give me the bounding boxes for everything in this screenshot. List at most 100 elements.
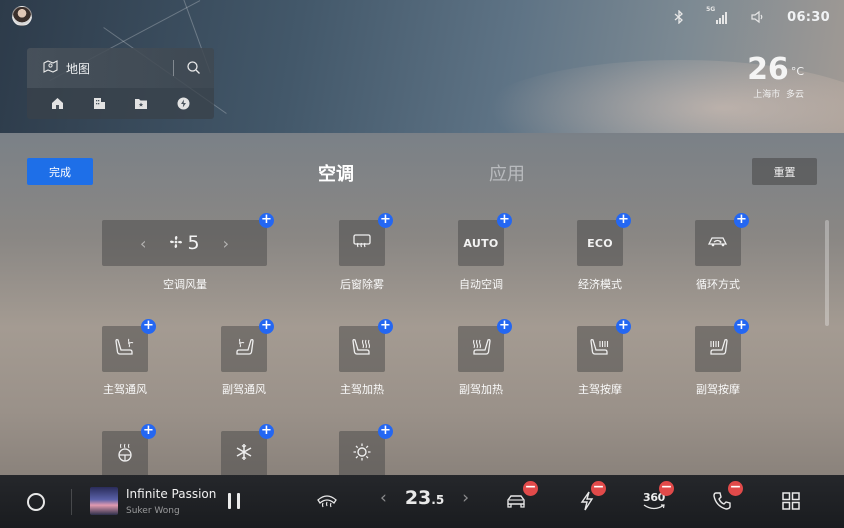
auto-icon-text: AUTO — [463, 236, 499, 250]
tile-steering-heat[interactable] — [102, 431, 148, 477]
scrollbar[interactable] — [825, 220, 829, 326]
defrost-icon[interactable] — [316, 490, 338, 512]
add-badge[interactable]: + — [378, 213, 393, 228]
chevron-right-icon[interactable]: › — [223, 234, 229, 253]
tile-label: 空调风量 — [163, 278, 207, 291]
temperature-decimal: .5 — [431, 493, 445, 507]
tab-apps[interactable]: 应用 — [489, 160, 525, 186]
add-badge[interactable]: + — [497, 213, 512, 228]
tile-label: 副驾加热 — [459, 383, 503, 396]
tile-recirculation[interactable] — [695, 220, 741, 266]
favorite-folder-icon[interactable] — [134, 97, 148, 111]
chevron-left-icon[interactable]: ‹ — [140, 234, 146, 253]
add-badge[interactable]: + — [141, 424, 156, 439]
add-badge[interactable]: + — [616, 319, 631, 334]
tile-rear-defrost[interactable] — [339, 220, 385, 266]
seat-massage-icon — [707, 337, 729, 361]
dock-divider — [71, 489, 72, 515]
fan-speed-value-group: 5 — [169, 232, 200, 254]
add-badge[interactable]: + — [616, 213, 631, 228]
done-button[interactable]: 完成 — [27, 158, 93, 185]
fan-speed-value: 5 — [187, 232, 200, 254]
network-type-label: 5G — [706, 6, 716, 13]
tile-passenger-heating[interactable] — [458, 326, 504, 372]
add-badge[interactable]: + — [734, 319, 749, 334]
seat-massage-icon — [589, 337, 611, 361]
tile-label: 经济模式 — [578, 278, 622, 291]
tile-fan-speed[interactable]: ‹ 5 › — [102, 220, 267, 266]
map-label: 地图 — [66, 61, 91, 76]
tile-driver-heating[interactable] — [339, 326, 385, 372]
weather-widget[interactable]: 26 °C 上海市 多云 — [747, 52, 804, 100]
fan-icon — [169, 232, 183, 254]
remove-badge[interactable]: − — [659, 480, 674, 496]
home-icon[interactable] — [51, 97, 65, 111]
tile-brightness[interactable] — [339, 431, 385, 477]
tab-climate[interactable]: 空调 — [318, 160, 354, 186]
tile-driver-ventilation[interactable] — [102, 326, 148, 372]
tile-label: 后窗除雾 — [340, 278, 384, 291]
divider — [173, 60, 174, 76]
car-icon[interactable] — [505, 490, 527, 512]
add-badge[interactable]: + — [497, 319, 512, 334]
add-badge[interactable]: + — [378, 319, 393, 334]
tile-driver-massage[interactable] — [577, 326, 623, 372]
reset-button[interactable]: 重置 — [752, 158, 817, 185]
weather-condition: 多云 — [785, 90, 804, 100]
apps-grid-icon[interactable] — [780, 490, 802, 512]
seat-heating-icon — [470, 337, 492, 361]
weather-unit: °C — [790, 65, 804, 78]
tile-label: 自动空调 — [459, 278, 503, 291]
chevron-left-icon[interactable]: ‹ — [380, 488, 387, 508]
add-badge[interactable]: + — [259, 424, 274, 439]
brightness-icon — [352, 442, 372, 466]
song-title[interactable]: Infinite Passion — [126, 487, 216, 501]
seat-ventilation-icon — [114, 337, 136, 361]
user-avatar[interactable] — [12, 6, 32, 26]
tile-label: 循环方式 — [696, 278, 740, 291]
tile-passenger-massage[interactable] — [695, 326, 741, 372]
rear-defrost-icon — [352, 233, 372, 253]
map-widget[interactable]: 地图 — [27, 48, 214, 119]
tile-auto-ac[interactable]: AUTO — [458, 220, 504, 266]
temperature-control: ‹ 23.5 › — [380, 487, 469, 509]
eco-icon-text: ECO — [587, 236, 613, 250]
air-recirculation-icon — [706, 233, 730, 253]
tile-label: 副驾按摩 — [696, 383, 740, 396]
bottom-dock: Infinite Passion Suker Wong ‹ 23.5 › − −… — [0, 475, 844, 528]
weather-location: 上海市 — [753, 90, 781, 100]
chevron-right-icon[interactable]: › — [462, 488, 469, 508]
add-badge[interactable]: + — [259, 213, 274, 228]
weather-location-row: 上海市 多云 — [747, 87, 804, 100]
map-pin-icon — [43, 59, 58, 78]
map-search-row[interactable]: 地图 — [27, 48, 214, 88]
tile-eco-mode[interactable]: ECO — [577, 220, 623, 266]
seat-ventilation-icon — [233, 337, 255, 361]
add-badge[interactable]: + — [259, 319, 274, 334]
bluetooth-icon — [671, 9, 687, 25]
remove-badge[interactable]: − — [591, 480, 606, 496]
tile-label: 主驾按摩 — [578, 383, 622, 396]
search-icon[interactable] — [186, 60, 202, 76]
weather-temperature: 26 — [747, 52, 789, 87]
signal-5g-icon: 5G — [706, 6, 728, 25]
add-badge[interactable]: + — [734, 213, 749, 228]
volume-icon[interactable] — [749, 9, 765, 25]
charging-icon[interactable] — [176, 97, 190, 111]
map-shortcuts — [27, 88, 214, 119]
office-icon[interactable] — [93, 97, 107, 111]
pause-icon[interactable] — [228, 493, 240, 509]
remove-badge[interactable]: − — [523, 480, 538, 496]
status-bar: 5G 06:30 — [671, 6, 830, 28]
artist-name: Suker Wong — [126, 506, 180, 516]
clock: 06:30 — [787, 9, 830, 25]
tile-label: 主驾加热 — [340, 383, 384, 396]
add-badge[interactable]: + — [378, 424, 393, 439]
snowflake-icon — [235, 443, 253, 465]
remove-badge[interactable]: − — [728, 480, 743, 496]
tile-label: 副驾通风 — [222, 383, 266, 396]
home-circle-icon[interactable] — [27, 493, 45, 511]
album-art[interactable] — [90, 487, 118, 515]
add-badge[interactable]: + — [141, 319, 156, 334]
seat-heating-icon — [351, 337, 373, 361]
